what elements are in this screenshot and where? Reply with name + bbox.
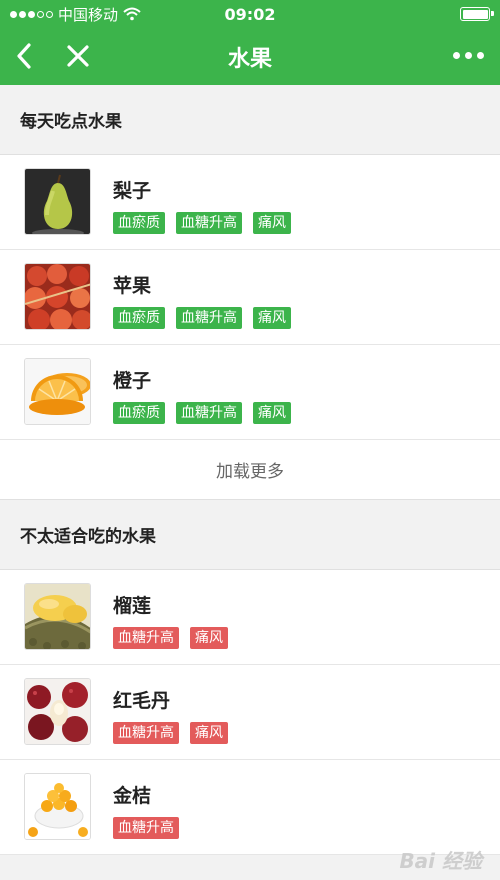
back-icon[interactable] xyxy=(12,41,38,71)
item-name: 金桔 xyxy=(113,785,152,807)
top-bar: 中国移动 09:02 水果 xyxy=(0,0,500,85)
list-item[interactable]: 苹果 血瘀质 血糖升高 痛风 xyxy=(0,250,500,345)
list-item[interactable]: 橙子 血瘀质 血糖升高 痛风 xyxy=(0,345,500,440)
nav-bar: 水果 xyxy=(0,28,500,85)
pear-image xyxy=(24,168,91,235)
wifi-icon xyxy=(123,7,141,21)
tag: 血瘀质 xyxy=(113,402,165,424)
item-name: 榴莲 xyxy=(113,595,152,617)
item-name: 橙子 xyxy=(113,370,152,392)
rambutan-image xyxy=(24,678,91,745)
tag: 血瘀质 xyxy=(113,212,165,234)
durian-image xyxy=(24,583,91,650)
item-name: 苹果 xyxy=(113,275,152,297)
watermark: Bai 经验 xyxy=(399,849,482,873)
tag: 血糖升高 xyxy=(113,627,179,649)
tag: 痛风 xyxy=(253,402,291,424)
battery-icon xyxy=(460,7,494,21)
tag: 痛风 xyxy=(253,307,291,329)
tag: 血糖升高 xyxy=(113,817,179,839)
kumquat-image xyxy=(24,773,91,840)
tag: 血糖升高 xyxy=(113,722,179,744)
list-item[interactable]: 金桔 血糖升高 xyxy=(0,760,500,855)
section-title-daily-fruit: 每天吃点水果 xyxy=(0,85,500,155)
orange-image xyxy=(24,358,91,425)
apple-image xyxy=(24,263,91,330)
more-icon[interactable] xyxy=(453,52,484,59)
load-more-button[interactable]: 加载更多 xyxy=(0,440,500,500)
close-icon[interactable] xyxy=(64,41,92,71)
tag: 血糖升高 xyxy=(176,212,242,234)
tag: 痛风 xyxy=(190,722,228,744)
carrier-label: 中国移动 xyxy=(58,5,119,24)
signal-icon xyxy=(10,10,53,18)
tag: 血糖升高 xyxy=(176,307,242,329)
list-item[interactable]: 梨子 血瘀质 血糖升高 痛风 xyxy=(0,155,500,250)
item-name: 红毛丹 xyxy=(113,690,171,712)
section-title-unsuitable-fruit: 不太适合吃的水果 xyxy=(0,500,500,570)
list-item[interactable]: 红毛丹 血糖升高 痛风 xyxy=(0,665,500,760)
tag: 血糖升高 xyxy=(176,402,242,424)
item-name: 梨子 xyxy=(113,180,152,202)
list-item[interactable]: 榴莲 血糖升高 痛风 xyxy=(0,570,500,665)
tag: 痛风 xyxy=(253,212,291,234)
status-bar: 中国移动 09:02 xyxy=(0,0,500,28)
tag: 血瘀质 xyxy=(113,307,165,329)
tag: 痛风 xyxy=(190,627,228,649)
